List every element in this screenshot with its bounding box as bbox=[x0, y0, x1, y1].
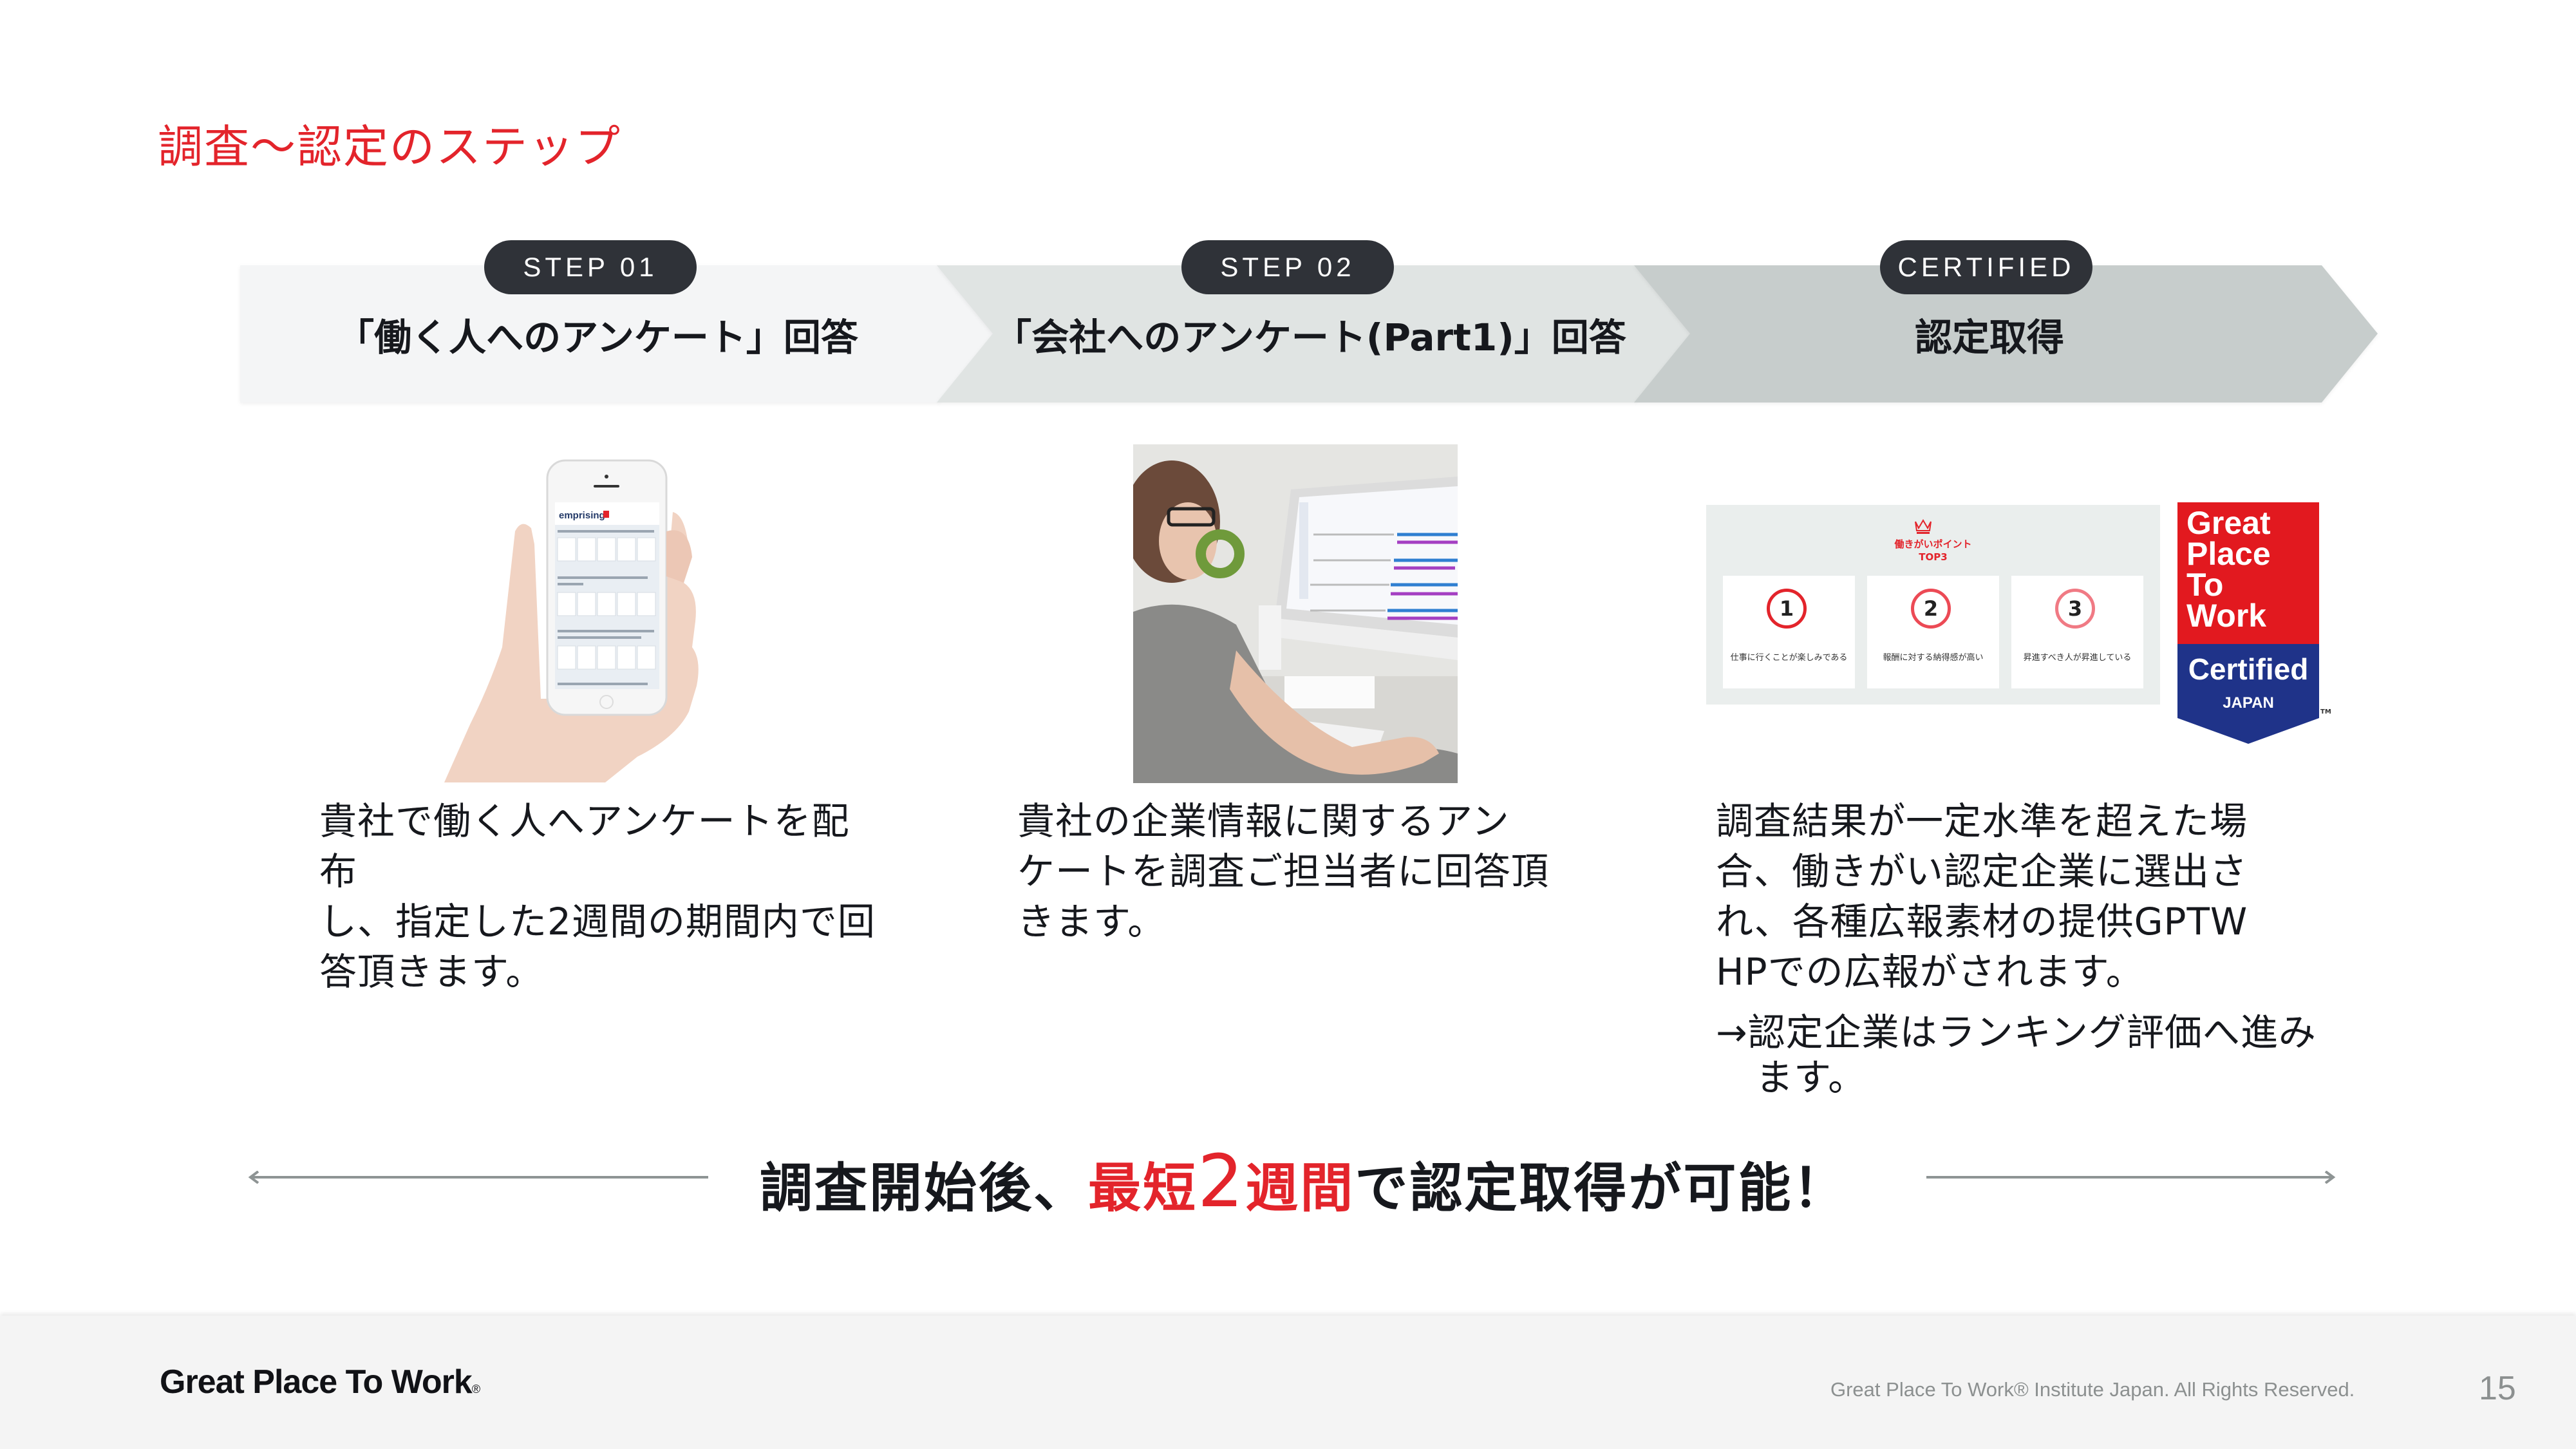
page-title: 調査～認定のステップ bbox=[158, 120, 621, 173]
phone-app-name: emprising bbox=[559, 510, 605, 521]
crown-icon bbox=[1915, 519, 1932, 534]
tagline: 調査開始後、最短2週間で認定取得が可能！ bbox=[760, 1140, 1847, 1224]
rank-circle: 3 bbox=[2055, 589, 2095, 629]
tagline-suffix: で認定取得が可能！ bbox=[1355, 1158, 1848, 1219]
top3-card: 2 報酬に対する納得感が高い bbox=[1867, 576, 1999, 688]
copyright-text: Great Place To Work® Institute Japan. Al… bbox=[1830, 1378, 2355, 1401]
left-arrow-icon bbox=[248, 1171, 708, 1184]
top3-points-panel: 働きがいポイント TOP3 1 仕事に行くことが楽しみである 2 報酬に対する納… bbox=[1706, 505, 2160, 705]
badge-status: Certified bbox=[2188, 652, 2309, 686]
right-arrow-icon bbox=[1926, 1171, 2336, 1184]
rank-circle: 1 bbox=[1767, 589, 1807, 629]
badge-trademark: TM bbox=[2320, 708, 2331, 715]
tagline-highlight-number: 2 bbox=[1198, 1140, 1246, 1224]
tagline-highlight-a: 最短 bbox=[1088, 1158, 1198, 1219]
page-number: 15 bbox=[2479, 1370, 2516, 1407]
top3-subtitle: TOP3 bbox=[1919, 551, 1948, 563]
step-1-badge: STEP 01 bbox=[484, 240, 697, 294]
gptw-certified-badge: Great Place To Work Certified JAPAN TM bbox=[2177, 502, 2331, 744]
step-3-note: →認定企業はランキング評価へ進みます。 bbox=[1716, 1010, 2317, 1099]
footer-logo-text: Great Place To Work bbox=[160, 1363, 473, 1401]
rank-text: 報酬に対する納得感が高い bbox=[1883, 653, 1984, 663]
rank-text: 昇進すべき人が昇進している bbox=[2023, 653, 2132, 663]
step-2-description: 貴社の企業情報に関するアン ケートを調査ご担当者に回答頂 きます。 bbox=[1017, 799, 1550, 943]
footer-logo-reg: ® bbox=[471, 1383, 480, 1396]
step-2-badge: STEP 02 bbox=[1181, 240, 1394, 294]
phone-survey-image: emprising bbox=[444, 454, 715, 782]
badge-country: JAPAN bbox=[2223, 694, 2274, 712]
woman-computer-photo bbox=[1133, 444, 1458, 783]
top3-card: 1 仕事に行くことが楽しみである bbox=[1723, 576, 1855, 688]
tagline-highlight-b: 週間 bbox=[1245, 1158, 1355, 1219]
footer-logo: Great Place To Work® bbox=[160, 1363, 480, 1401]
tagline-prefix: 調査開始後、 bbox=[760, 1158, 1089, 1219]
top3-title: 働きがいポイント bbox=[1894, 538, 1972, 550]
rank-circle: 2 bbox=[1911, 589, 1951, 629]
rank-text: 仕事に行くことが楽しみである bbox=[1730, 653, 1848, 663]
step-3-badge: CERTIFIED bbox=[1880, 240, 2092, 294]
step-1-description: 貴社で働く人へアンケートを配布 し、指定した2週間の期間内で回 答頂きます。 bbox=[319, 799, 876, 994]
step-3-description: 調査結果が一定水準を超えた場 合、働きがい認定企業に選出さ れ、各種広報素材の提… bbox=[1716, 799, 2248, 994]
badge-brand: Great Place To Work bbox=[2186, 505, 2271, 634]
top3-card: 3 昇進すべき人が昇進している bbox=[2011, 576, 2143, 688]
